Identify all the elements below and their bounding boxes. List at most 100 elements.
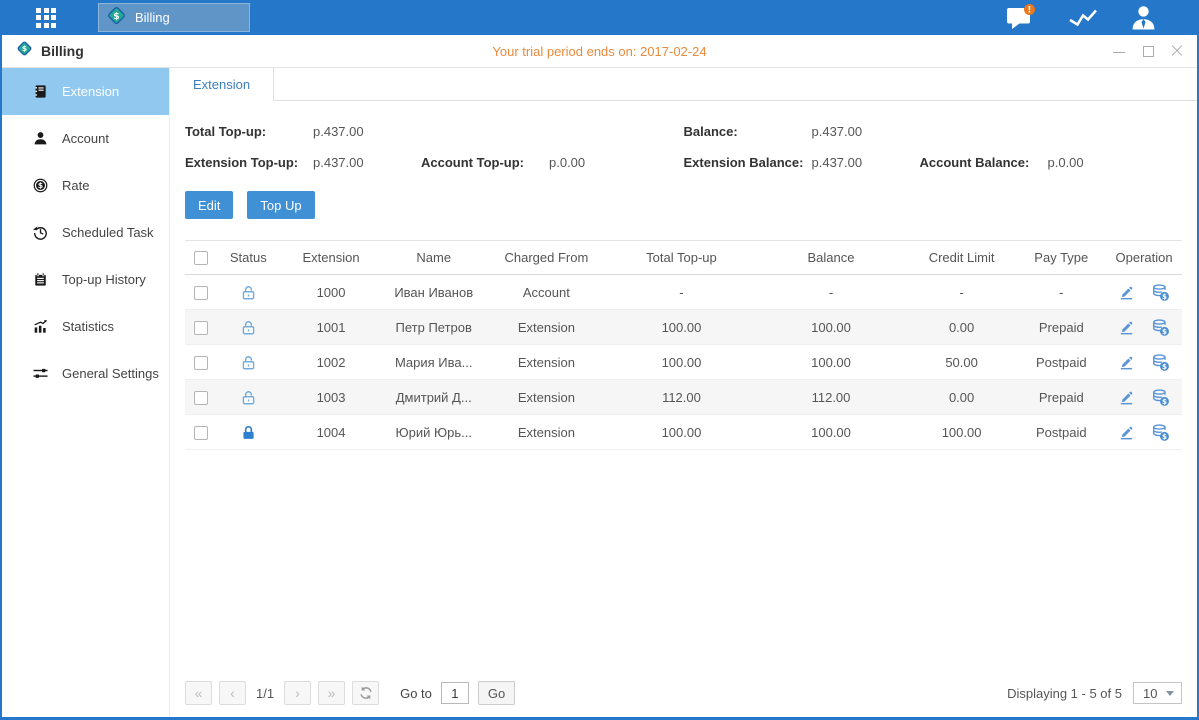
total-top-up-value: p.437.00	[313, 124, 417, 139]
cell-balance: 100.00	[755, 310, 907, 345]
minimize-icon[interactable]	[1113, 45, 1125, 57]
top-up-row-icon[interactable]: $	[1151, 353, 1170, 372]
sidebar-item-label: Top-up History	[62, 272, 146, 287]
table-body: 1000Иван ИвановAccount----$1001Петр Петр…	[185, 275, 1182, 450]
table-row: 1003Дмитрий Д...Extension112.00112.000.0…	[185, 380, 1182, 415]
edit-row-icon[interactable]	[1118, 283, 1135, 300]
extension-top-up-label: Extension Top-up:	[185, 155, 313, 170]
next-page-button[interactable]: ›	[284, 681, 311, 705]
top-up-button[interactable]: Top Up	[247, 191, 314, 219]
extension-table: StatusExtensionNameCharged FromTotal Top…	[185, 240, 1182, 450]
sidebar-item-label: Account	[62, 131, 109, 146]
svg-text:$: $	[38, 181, 43, 190]
sidebar-item-extension[interactable]: Extension	[2, 68, 169, 115]
top-up-row-icon[interactable]: $	[1151, 283, 1170, 302]
sidebar-item-general-settings[interactable]: General Settings	[2, 350, 169, 397]
account-balance-label: Account Balance:	[920, 155, 1048, 170]
maximize-icon[interactable]	[1142, 45, 1154, 57]
prev-page-button[interactable]: ‹	[219, 681, 246, 705]
account-top-up-label: Account Top-up:	[421, 155, 549, 170]
sidebar-item-label: Statistics	[62, 319, 114, 334]
table-row: 1002Мария Ива...Extension100.00100.0050.…	[185, 345, 1182, 380]
cell-total-top-up: 112.00	[608, 380, 756, 415]
cell-pay-type: Postpaid	[1016, 415, 1106, 450]
billing-window: $ Billing Your trial period ends on: 201…	[2, 35, 1197, 717]
refresh-button[interactable]	[352, 681, 379, 705]
cell-credit-limit: 50.00	[907, 345, 1017, 380]
sliders-icon	[32, 366, 49, 381]
cell-total-top-up: 100.00	[608, 415, 756, 450]
column-header-operation: Operation	[1106, 241, 1182, 275]
top-up-row-icon[interactable]: $	[1151, 423, 1170, 442]
user-icon[interactable]	[1130, 4, 1157, 31]
column-header-total-top-up: Total Top-up	[608, 241, 756, 275]
sidebar-item-top-up-history[interactable]: Top-up History	[2, 256, 169, 303]
cell-extension: 1002	[280, 345, 383, 380]
cell-name: Мария Ива...	[382, 345, 485, 380]
app-grid-icon[interactable]	[36, 8, 56, 28]
page-size-value: 10	[1143, 686, 1157, 701]
row-checkbox[interactable]	[194, 321, 208, 335]
top-up-row-icon[interactable]: $	[1151, 388, 1170, 407]
go-button[interactable]: Go	[478, 681, 515, 705]
window-titlebar: $ Billing Your trial period ends on: 201…	[2, 35, 1197, 68]
cell-extension: 1003	[280, 380, 383, 415]
svg-text:$: $	[1162, 327, 1167, 336]
lock-open-icon	[240, 283, 257, 298]
page-size-select[interactable]: 10	[1133, 682, 1182, 704]
sidebar-item-rate[interactable]: $ Rate	[2, 162, 169, 209]
edit-row-icon[interactable]	[1118, 318, 1135, 335]
select-all-checkbox[interactable]	[194, 251, 208, 265]
dollar-circle-icon: $	[32, 178, 49, 193]
close-icon[interactable]	[1171, 45, 1183, 57]
account-top-up-value: p.0.00	[549, 155, 653, 170]
row-checkbox[interactable]	[194, 391, 208, 405]
goto-page-input[interactable]	[441, 682, 469, 704]
last-page-button[interactable]: »	[318, 681, 345, 705]
edit-row-icon[interactable]	[1118, 353, 1135, 370]
edit-row-icon[interactable]	[1118, 423, 1135, 440]
cell-charged-from: Extension	[485, 310, 608, 345]
sidebar-item-account[interactable]: Account	[2, 115, 169, 162]
column-header-credit-limit: Credit Limit	[907, 241, 1017, 275]
cell-credit-limit: 100.00	[907, 415, 1017, 450]
cell-credit-limit: -	[907, 275, 1017, 310]
sidebar-item-label: Scheduled Task	[62, 225, 154, 240]
table-row: 1000Иван ИвановAccount----$	[185, 275, 1182, 310]
ledger-icon	[32, 272, 49, 287]
bar-chart-icon	[32, 319, 49, 334]
sidebar-item-scheduled-task[interactable]: Scheduled Task	[2, 209, 169, 256]
table-row: 1004Юрий Юрь...Extension100.00100.00100.…	[185, 415, 1182, 450]
sidebar-item-statistics[interactable]: Statistics	[2, 303, 169, 350]
sidebar: Extension Account $ Rate Scheduled Task Top-u…	[2, 68, 170, 717]
cell-total-top-up: 100.00	[608, 310, 756, 345]
row-checkbox[interactable]	[194, 426, 208, 440]
cell-credit-limit: 0.00	[907, 380, 1017, 415]
tab-extension[interactable]: Extension	[170, 68, 274, 101]
displaying-text: Displaying 1 - 5 of 5	[1007, 686, 1122, 701]
clock-history-icon	[32, 225, 49, 240]
messages-icon[interactable]: !	[1006, 4, 1036, 31]
cell-total-top-up: -	[608, 275, 756, 310]
summary-panel: Total Top-up: p.437.00 Extension Top-up:…	[170, 121, 1197, 172]
performance-chart-icon[interactable]	[1068, 6, 1098, 30]
billing-diamond-icon: $	[106, 5, 127, 31]
sidebar-item-label: Rate	[62, 178, 89, 193]
top-up-row-icon[interactable]: $	[1151, 318, 1170, 337]
cell-extension: 1004	[280, 415, 383, 450]
svg-text:$: $	[1162, 292, 1167, 301]
row-checkbox[interactable]	[194, 286, 208, 300]
taskbar-item-billing[interactable]: $ Billing	[98, 3, 250, 32]
extension-top-up-value: p.437.00	[313, 155, 417, 170]
row-checkbox[interactable]	[194, 356, 208, 370]
edit-row-icon[interactable]	[1118, 388, 1135, 405]
table-row: 1001Петр ПетровExtension100.00100.000.00…	[185, 310, 1182, 345]
column-header-pay-type: Pay Type	[1016, 241, 1106, 275]
taskbar: $ Billing !	[0, 0, 1199, 35]
cell-pay-type: Postpaid	[1016, 345, 1106, 380]
first-page-button[interactable]: «	[185, 681, 212, 705]
taskbar-item-label: Billing	[135, 10, 170, 25]
table-header-row: StatusExtensionNameCharged FromTotal Top…	[185, 241, 1182, 275]
edit-button[interactable]: Edit	[185, 191, 233, 219]
svg-text:$: $	[22, 44, 27, 53]
